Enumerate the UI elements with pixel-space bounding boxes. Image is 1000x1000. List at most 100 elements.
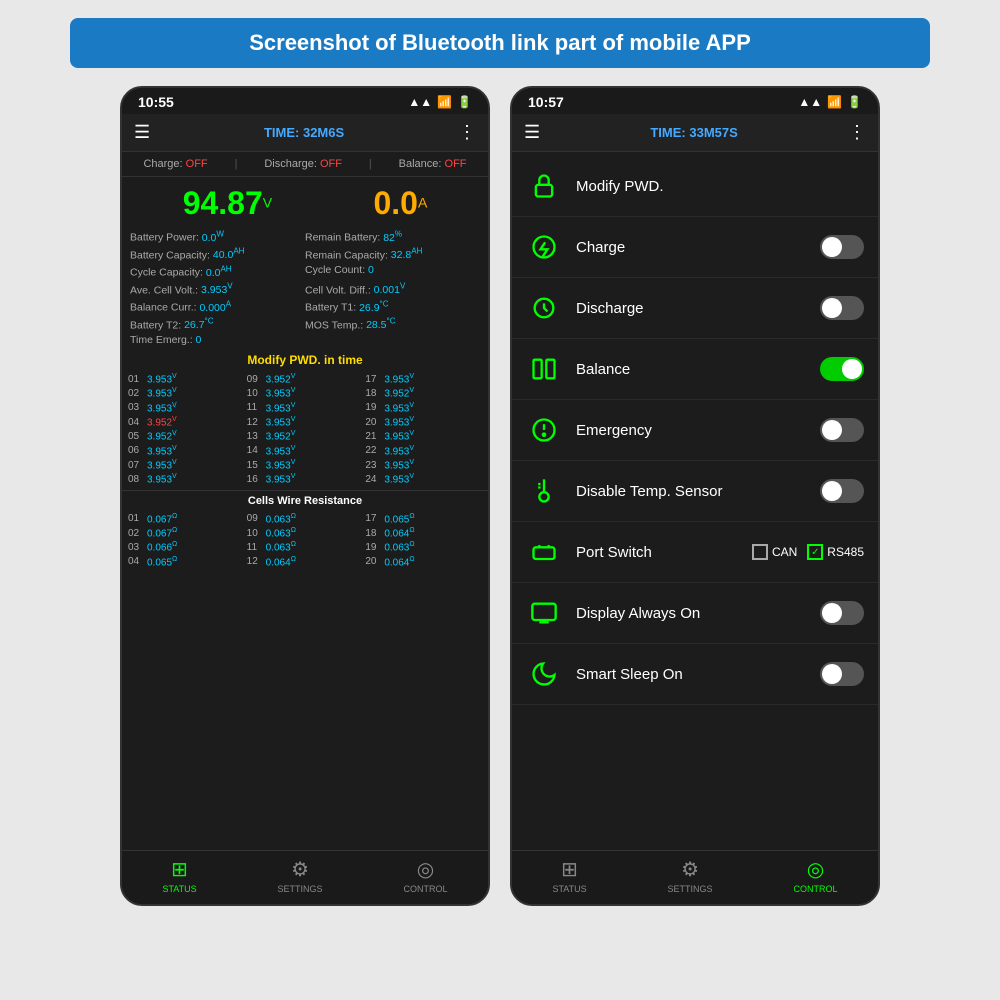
control-item-balance: Balance xyxy=(512,339,878,400)
display-icon xyxy=(526,595,562,631)
info-remain-battery: Remain Battery: 82% xyxy=(305,228,480,245)
rs485-checkbox[interactable]: RS485 xyxy=(807,544,864,560)
toggle-emergency[interactable] xyxy=(820,418,864,442)
app-header-left: ☰ TIME: 32M6S ⋮ xyxy=(122,114,488,152)
cells-grid: 013.953V093.952V173.953V023.953V103.953V… xyxy=(122,369,488,490)
control-label-right: CONTROL xyxy=(793,884,837,894)
toggle-sleep[interactable] xyxy=(820,662,864,686)
toggle-thumb xyxy=(822,603,842,623)
resistance-item: 020.067Ω xyxy=(128,527,245,539)
cell-item: 173.953V xyxy=(365,373,482,385)
toggle-thumb xyxy=(842,359,862,379)
resistance-item: 110.063Ω xyxy=(247,541,364,553)
lock-icon xyxy=(526,168,562,204)
status-icons-left: ▲▲ 📶 🔋 xyxy=(408,95,472,109)
ctrl-label-display: Display Always On xyxy=(576,605,806,622)
info-mos-temp: MOS Temp.: 28.5°C xyxy=(305,316,480,333)
battery-icon: 🔋 xyxy=(457,95,472,109)
settings-label-left: SETTINGS xyxy=(278,884,323,894)
status-indicators: Charge: OFF | Discharge: OFF | Balance: … xyxy=(122,152,488,177)
phones-container: 10:55 ▲▲ 📶 🔋 ☰ TIME: 32M6S ⋮ Charge: OFF… xyxy=(0,86,1000,906)
toggle-thumb xyxy=(822,237,842,257)
cell-item: 043.952V xyxy=(128,416,245,428)
nav-settings-left[interactable]: ⚙ SETTINGS xyxy=(278,857,323,894)
toggle-thumb xyxy=(822,298,842,318)
info-ave-cell: Ave. Cell Volt.: 3.953V xyxy=(130,281,305,298)
toggle-discharge[interactable] xyxy=(820,296,864,320)
info-grid: Battery Power: 0.0W Remain Battery: 82% … xyxy=(122,226,488,349)
toggle-charge[interactable] xyxy=(820,235,864,259)
toggle-display[interactable] xyxy=(820,601,864,625)
status-label-left: STATUS xyxy=(162,884,196,894)
cell-item: 053.952V xyxy=(128,430,245,442)
resistance-title: Cells Wire Resistance xyxy=(122,490,488,509)
info-time-emerg: Time Emerg.: 0 xyxy=(130,333,305,347)
ctrl-label-port: Port Switch xyxy=(576,544,738,561)
cell-item: 213.953V xyxy=(365,430,482,442)
nav-status-right[interactable]: ⊞ STATUS xyxy=(552,857,586,894)
settings-icon-right: ⚙ xyxy=(681,857,699,882)
cell-item: 183.952V xyxy=(365,387,482,399)
cell-item: 233.953V xyxy=(365,459,482,471)
signal-icon: ▲▲ xyxy=(408,95,432,109)
info-cycle-cap: Cycle Capacity: 0.0AH xyxy=(130,263,305,280)
cell-item: 073.953V xyxy=(128,459,245,471)
wifi-icon-right: 📶 xyxy=(827,95,842,109)
header-title-left: TIME: 32M6S xyxy=(264,125,344,140)
discharge-status: Discharge: OFF xyxy=(264,158,342,170)
nav-control-right[interactable]: ◎ CONTROL xyxy=(793,857,837,894)
status-icon-right: ⊞ xyxy=(561,857,578,882)
can-check[interactable] xyxy=(752,544,768,560)
cell-item: 063.953V xyxy=(128,445,245,457)
ctrl-label-balance: Balance xyxy=(576,361,806,378)
settings-icon-left: ⚙ xyxy=(291,857,309,882)
nav-control-left[interactable]: ◎ CONTROL xyxy=(403,857,447,894)
control-icon-left: ◎ xyxy=(417,857,434,882)
more-icon-left[interactable]: ⋮ xyxy=(458,122,476,143)
can-checkbox[interactable]: CAN xyxy=(752,544,797,560)
current-value: 0.0 xyxy=(373,185,417,221)
cell-item: 093.952V xyxy=(247,373,364,385)
resistance-item: 200.064Ω xyxy=(365,556,482,568)
cell-item: 203.953V xyxy=(365,416,482,428)
more-icon-right[interactable]: ⋮ xyxy=(848,122,866,143)
nav-status-left[interactable]: ⊞ STATUS xyxy=(162,857,196,894)
settings-label-right: SETTINGS xyxy=(668,884,713,894)
balance-icon xyxy=(526,351,562,387)
rs485-check[interactable] xyxy=(807,544,823,560)
cell-item: 133.952V xyxy=(247,430,364,442)
cell-item: 013.953V xyxy=(128,373,245,385)
info-battery-power: Battery Power: 0.0W xyxy=(130,228,305,245)
info-cycle-count: Cycle Count: 0 xyxy=(305,263,480,280)
resistance-item: 190.063Ω xyxy=(365,541,482,553)
resistance-item: 180.064Ω xyxy=(365,527,482,539)
info-cell-diff: Cell Volt. Diff.: 0.001V xyxy=(305,281,480,298)
ctrl-label-emergency: Emergency xyxy=(576,422,806,439)
app-header-right: ☰ TIME: 33M57S ⋮ xyxy=(512,114,878,152)
info-remain-cap: Remain Capacity: 32.8AH xyxy=(305,246,480,263)
phone-right: 10:57 ▲▲ 📶 🔋 ☰ TIME: 33M57S ⋮ Modify PWD… xyxy=(510,86,880,906)
info-balance-curr: Balance Curr.: 0.000A xyxy=(130,298,305,315)
resistance-item: 090.063Ω xyxy=(247,513,364,525)
port-switch-row: CAN RS485 xyxy=(752,544,864,560)
control-item-port: Port Switch CAN RS485 xyxy=(512,522,878,583)
nav-settings-right[interactable]: ⚙ SETTINGS xyxy=(668,857,713,894)
big-readings: 94.87V 0.0A xyxy=(122,177,488,226)
menu-icon-right[interactable]: ☰ xyxy=(524,122,540,143)
status-icons-right: ▲▲ 📶 🔋 xyxy=(798,95,862,109)
cell-item: 223.953V xyxy=(365,445,482,457)
cell-item: 153.953V xyxy=(247,459,364,471)
cell-item: 033.953V xyxy=(128,402,245,414)
header-title-right: TIME: 33M57S xyxy=(650,125,737,140)
cell-item: 243.953V xyxy=(365,473,482,485)
signal-icon-right: ▲▲ xyxy=(798,95,822,109)
toggle-temp[interactable] xyxy=(820,479,864,503)
ctrl-label-sleep: Smart Sleep On xyxy=(576,666,806,683)
balance-status: Balance: OFF xyxy=(399,158,467,170)
control-item-emergency: Emergency xyxy=(512,400,878,461)
menu-icon-left[interactable]: ☰ xyxy=(134,122,150,143)
cell-item: 023.953V xyxy=(128,387,245,399)
status-icon-left: ⊞ xyxy=(171,857,188,882)
toggle-balance[interactable] xyxy=(820,357,864,381)
ctrl-label-temp: Disable Temp. Sensor xyxy=(576,483,806,500)
